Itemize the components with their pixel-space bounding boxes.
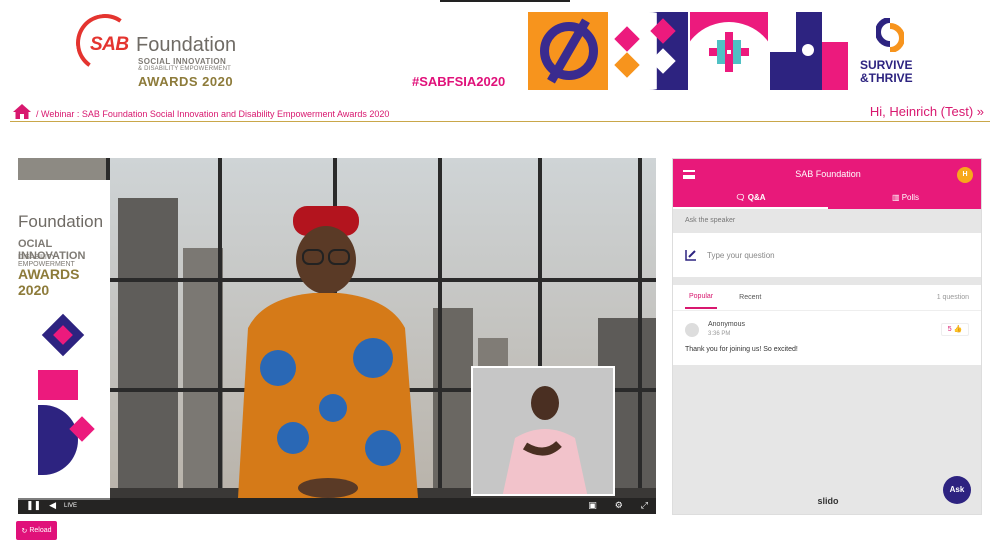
header-divider [10, 121, 990, 122]
ask-speaker-label: Ask the speaker [685, 217, 736, 224]
slido-header: SAB Foundation H 🗨 Q&A ▥ Polls [673, 159, 981, 209]
reload-button[interactable]: ↻ Reload [16, 521, 57, 540]
question-list: Popular Recent 1 question Anonymous 3:36… [673, 285, 981, 365]
geometric-banner [528, 12, 848, 90]
breadcrumb: / Webinar : SAB Foundation Social Innova… [12, 102, 389, 120]
thumbs-up-icon: 👍 [953, 326, 963, 333]
question-author: Anonymous [708, 321, 745, 328]
survive-thrive-mark [876, 18, 904, 52]
logo-foundation: Foundation [136, 34, 237, 56]
slido-brand: slido [817, 496, 839, 506]
tab-polls[interactable]: ▥ Polls [828, 189, 983, 209]
top-edge-bar [440, 0, 570, 2]
banner-tile-circle [528, 12, 608, 90]
survive-text: SURVIVE [860, 58, 913, 72]
survive-thrive-logo: SURVIVE &THRIVE [858, 18, 922, 88]
presenter-figure [238, 206, 418, 498]
question-count: 1 question [936, 294, 969, 301]
pause-icon[interactable]: ❚❚ [26, 501, 41, 511]
logo-sab: SAB [90, 34, 129, 55]
hashtag: #SABFSIA2020 [412, 74, 506, 89]
user-greeting[interactable]: Hi, Heinrich (Test) » [870, 104, 984, 119]
banner-tile-pattern [690, 12, 768, 90]
qa-icon: 🗨 [735, 193, 748, 202]
like-count: 5 [947, 326, 952, 333]
volume-icon[interactable]: ◀ [49, 501, 56, 511]
logo-social-innovation: SOCIAL INNOVATION [138, 57, 227, 66]
thrive-text: &THRIVE [860, 71, 913, 85]
question-text: Thank you for joining us! So excited! [685, 346, 798, 353]
video-player[interactable]: Foundation OCIAL INNOVATION DISABILITY E… [18, 158, 656, 514]
question-sort-tabs: Popular Recent 1 question [673, 285, 981, 311]
sign-language-interpreter-inset [471, 366, 615, 496]
tab-qa[interactable]: 🗨 Q&A [673, 189, 828, 209]
standee-foundation: Foundation [18, 212, 104, 231]
page: SAB Foundation SOCIAL INNOVATION & DISAB… [0, 0, 1000, 543]
edit-icon [685, 250, 696, 261]
sort-popular[interactable]: Popular [685, 286, 718, 309]
banner-tile-blocks [770, 12, 848, 90]
home-icon[interactable] [12, 103, 32, 120]
user-avatar[interactable]: H [957, 167, 973, 183]
reload-label: Reload [29, 527, 52, 534]
question-input[interactable]: Type your question [673, 233, 981, 277]
fullscreen-icon[interactable]: ⤢ [641, 501, 648, 511]
question-item: Anonymous 3:36 PM 5 👍 Thank you for join… [673, 311, 981, 365]
gear-icon[interactable]: ⚙ [615, 501, 623, 511]
sort-recent[interactable]: Recent [735, 287, 765, 308]
logo-disability-empowerment: & DISABILITY EMPOWERMENT [138, 66, 232, 72]
ask-button[interactable]: Ask [943, 476, 971, 504]
live-indicator: LIVE [64, 503, 78, 509]
standee-awards: AWARDS 2020 [18, 266, 80, 298]
question-input-placeholder: Type your question [707, 250, 775, 260]
banner-tile-diamonds [610, 12, 688, 90]
breadcrumb-text[interactable]: / Webinar : SAB Foundation Social Innova… [36, 109, 389, 119]
sab-foundation-logo[interactable]: SAB Foundation SOCIAL INNOVATION & DISAB… [71, 9, 246, 90]
logo-awards: AWARDS 2020 [138, 74, 234, 89]
slido-panel: SAB Foundation H 🗨 Q&A ▥ Polls Ask the s… [672, 158, 982, 515]
bar-chart-icon: ▥ [891, 193, 902, 202]
picture-in-picture-icon[interactable]: ▣ [588, 501, 597, 511]
like-button[interactable]: 5 👍 [941, 323, 969, 336]
slido-tabs: 🗨 Q&A ▥ Polls [673, 189, 983, 209]
slido-event-title: SAB Foundation [795, 169, 861, 179]
question-time: 3:36 PM [708, 331, 731, 337]
awards-standee: Foundation OCIAL INNOVATION DISABILITY E… [18, 180, 110, 500]
anonymous-user-icon [685, 323, 699, 337]
video-controls: ❚❚ ◀ LIVE ▣ ⚙ ⤢ [18, 498, 656, 514]
refresh-icon: ↻ [21, 527, 28, 535]
